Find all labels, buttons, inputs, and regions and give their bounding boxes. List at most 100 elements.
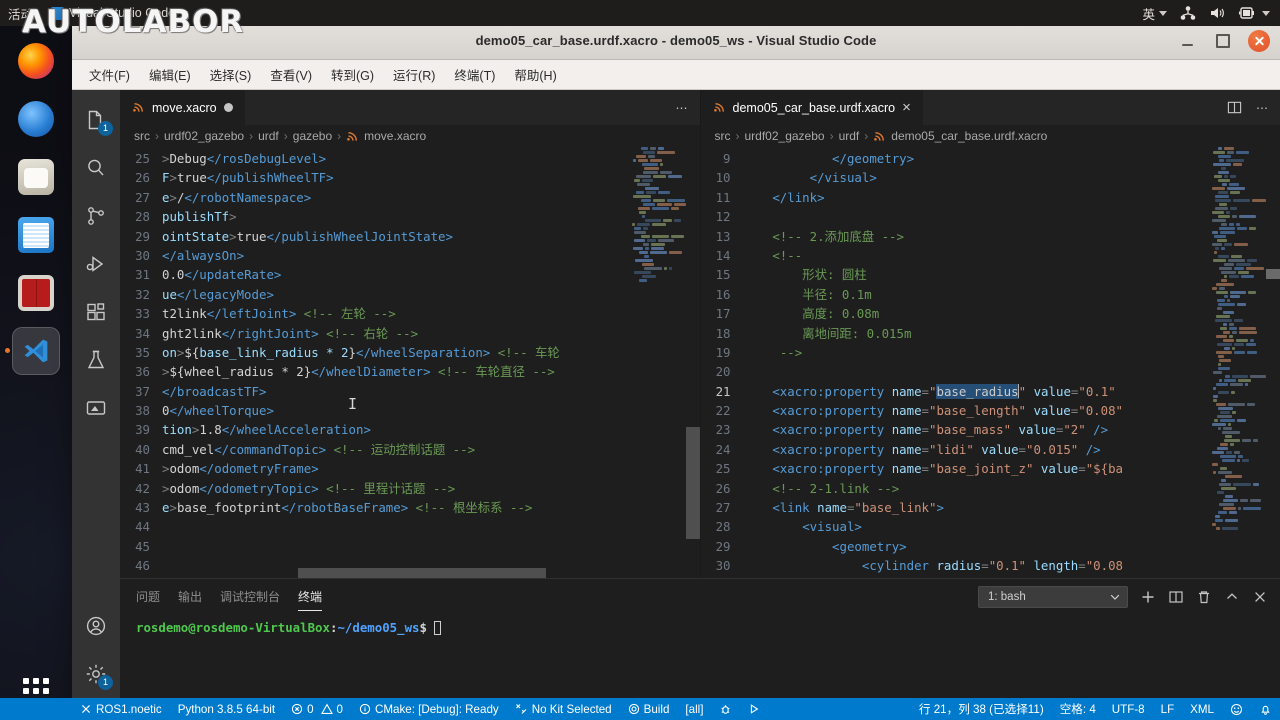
- status-eol[interactable]: LF: [1153, 698, 1183, 720]
- panel-tab-debug-console[interactable]: 调试控制台: [220, 580, 280, 613]
- panel-tab-problems[interactable]: 问题: [136, 580, 160, 613]
- split-editor-icon[interactable]: [1227, 100, 1242, 115]
- minimize-button[interactable]: [1176, 30, 1198, 52]
- status-cmake-debug[interactable]: [711, 698, 740, 720]
- menu-go[interactable]: 转到(G): [324, 62, 381, 87]
- menu-edit[interactable]: 编辑(E): [142, 62, 198, 87]
- status-indentation[interactable]: 空格: 4: [1052, 698, 1104, 720]
- new-terminal-icon[interactable]: [1140, 589, 1156, 605]
- activitybar-item-explorer[interactable]: 1: [72, 96, 120, 144]
- status-cmake-kit[interactable]: No Kit Selected: [507, 698, 620, 720]
- breadcrumb-item[interactable]: urdf: [839, 129, 860, 143]
- dock-item-firefox[interactable]: [12, 37, 60, 85]
- activitybar-item-source-control[interactable]: [72, 192, 120, 240]
- menu-run[interactable]: 运行(R): [386, 62, 442, 87]
- dock-item-vscode[interactable]: [5, 327, 60, 375]
- code-token: value: [973, 441, 1019, 457]
- status-cmake-build[interactable]: Build: [620, 698, 678, 720]
- editor-left[interactable]: 25 >Debug</rosDebugLevel> 26 F>true</publis…: [120, 147, 700, 578]
- status-encoding[interactable]: UTF-8: [1104, 698, 1153, 720]
- maximize-button[interactable]: [1212, 30, 1234, 52]
- running-indicator-dot: [5, 348, 10, 353]
- terminal-body[interactable]: rosdemo@rosdemo-VirtualBox:~/demo05_ws$: [120, 614, 1280, 698]
- close-button[interactable]: [1248, 30, 1270, 52]
- top-panel-app-menu[interactable]: Visual Studio Code: [51, 6, 189, 20]
- breadcrumb-item[interactable]: src: [715, 129, 731, 143]
- status-cmake-launch[interactable]: [740, 698, 768, 720]
- minimap-left[interactable]: [629, 147, 686, 287]
- status-notifications[interactable]: [1251, 698, 1280, 720]
- activitybar-item-search[interactable]: [72, 144, 120, 192]
- scrollbar-thumb[interactable]: [298, 568, 546, 578]
- menu-terminal[interactable]: 终端(T): [447, 62, 502, 87]
- editor-right[interactable]: 9 </geometry> 10 </visual> 11 </link> 12 13 …: [700, 147, 1280, 578]
- volume-icon[interactable]: [1209, 6, 1225, 20]
- activitybar-item-manage[interactable]: 1: [72, 650, 120, 698]
- chevron-down-icon: [1262, 10, 1270, 16]
- dock-item-terminator[interactable]: [12, 269, 60, 317]
- menu-help[interactable]: 帮助(H): [507, 62, 563, 87]
- editor-vertical-scrollbar-right[interactable]: [1266, 147, 1280, 578]
- terminal-selector[interactable]: 1: bash: [978, 585, 1128, 608]
- more-actions-icon[interactable]: ⋯: [1256, 101, 1268, 115]
- dock-item-files[interactable]: [12, 153, 60, 201]
- status-problems[interactable]: 0 0: [283, 698, 351, 720]
- maximize-panel-icon[interactable]: [1224, 589, 1240, 605]
- unsaved-indicator[interactable]: [223, 103, 233, 112]
- editor-vertical-scrollbar-left[interactable]: [685, 147, 700, 578]
- more-actions-icon[interactable]: ⋯: [676, 101, 688, 115]
- scrollbar-thumb[interactable]: [1266, 269, 1280, 279]
- network-icon[interactable]: [1180, 6, 1196, 20]
- breadcrumb-item[interactable]: gazebo: [293, 129, 332, 143]
- code-content-right[interactable]: 9 </geometry> 10 </visual> 11 </link> 12 13 …: [701, 147, 1280, 578]
- dock-item-libreoffice[interactable]: [12, 211, 60, 259]
- activitybar-item-testing[interactable]: [72, 336, 120, 384]
- activitybar-item-remote-explorer[interactable]: [72, 384, 120, 432]
- dock-item-thunderbird[interactable]: [12, 95, 60, 143]
- input-method-indicator[interactable]: 英: [1142, 4, 1167, 23]
- status-editor-position[interactable]: 行 21，列 38 (已选择11): [911, 698, 1052, 720]
- window-titlebar: demo05_car_base.urdf.xacro - demo05_ws -…: [72, 22, 1280, 60]
- tab-move-xacro[interactable]: move.xacro: [120, 90, 246, 125]
- code-content-left[interactable]: 25 >Debug</rosDebugLevel> 26 F>true</publis…: [120, 147, 700, 578]
- activities-button[interactable]: 活动: [8, 4, 33, 23]
- code-line: 27 e>/</robotNamespace>: [120, 188, 700, 207]
- status-cmake[interactable]: CMake: [Debug]: Ready: [351, 698, 507, 720]
- kill-terminal-icon[interactable]: [1196, 589, 1212, 605]
- status-feedback[interactable]: [1222, 698, 1251, 720]
- status-cmake-target[interactable]: [all]: [677, 698, 711, 720]
- code-token: />: [1085, 422, 1109, 438]
- editor-horizontal-scrollbar-left[interactable]: [120, 568, 686, 578]
- code-token: name: [891, 461, 922, 477]
- panel-tab-terminal[interactable]: 终端: [298, 580, 323, 613]
- code-token: =: [921, 403, 930, 419]
- breadcrumb-item[interactable]: move.xacro: [364, 129, 426, 143]
- activitybar-item-extensions[interactable]: [72, 288, 120, 336]
- tab-demo05-car-base[interactable]: demo05_car_base.urdf.xacro ×: [700, 90, 924, 125]
- split-terminal-icon[interactable]: [1168, 589, 1184, 605]
- activitybar-item-accounts[interactable]: [72, 602, 120, 650]
- menu-file[interactable]: 文件(F): [82, 62, 137, 87]
- menu-view[interactable]: 查看(V): [263, 62, 319, 87]
- status-remote[interactable]: ROS1.noetic: [72, 698, 170, 720]
- breadcrumb-item[interactable]: urdf: [258, 129, 279, 143]
- menu-selection[interactable]: 选择(S): [203, 62, 259, 87]
- breadcrumb-item[interactable]: demo05_car_base.urdf.xacro: [891, 129, 1047, 143]
- status-python-version[interactable]: Python 3.8.5 64-bit: [170, 698, 283, 720]
- close-panel-icon[interactable]: [1252, 589, 1268, 605]
- minimap-line: [1210, 431, 1266, 434]
- scrollbar-thumb[interactable]: [685, 427, 700, 539]
- breadcrumb-item[interactable]: urdf02_gazebo: [745, 129, 825, 143]
- code-token: -->: [779, 344, 803, 360]
- battery-icon[interactable]: [1238, 6, 1270, 20]
- status-language-mode[interactable]: XML: [1182, 698, 1222, 720]
- breadcrumb-item[interactable]: urdf02_gazebo: [164, 129, 244, 143]
- minimap-right[interactable]: [1210, 147, 1266, 578]
- panel-tab-output[interactable]: 输出: [178, 580, 202, 613]
- line-number: 32: [135, 286, 150, 302]
- breadcrumb-item[interactable]: src: [134, 129, 150, 143]
- activitybar-item-run-and-debug[interactable]: [72, 240, 120, 288]
- code-token: <!-- 车轮: [490, 344, 560, 360]
- code-token: value: [1011, 422, 1056, 438]
- close-icon[interactable]: ×: [902, 100, 911, 115]
